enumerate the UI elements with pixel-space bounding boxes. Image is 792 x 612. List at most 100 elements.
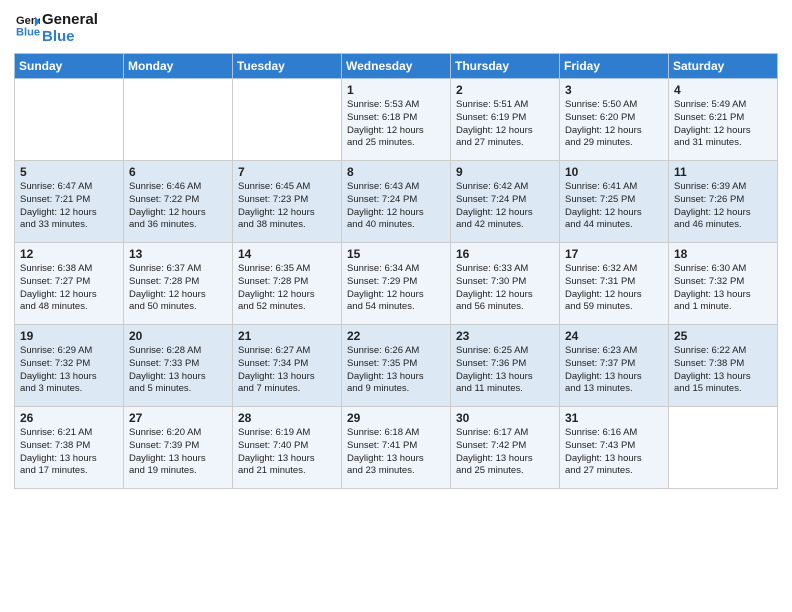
day-info: Sunrise: 6:22 AM Sunset: 7:38 PM Dayligh…: [674, 345, 772, 396]
day-number: 11: [674, 165, 772, 179]
calendar-cell: [15, 79, 124, 161]
day-info: Sunrise: 6:21 AM Sunset: 7:38 PM Dayligh…: [20, 427, 118, 478]
day-number: 2: [456, 83, 554, 97]
day-info: Sunrise: 6:35 AM Sunset: 7:28 PM Dayligh…: [238, 263, 336, 314]
calendar-cell: 5 Sunrise: 6:47 AM Sunset: 7:21 PM Daylig…: [15, 161, 124, 243]
day-number: 26: [20, 411, 118, 425]
day-info: Sunrise: 6:23 AM Sunset: 7:37 PM Dayligh…: [565, 345, 663, 396]
calendar-cell: 12 Sunrise: 6:38 AM Sunset: 7:27 PM Dayli…: [15, 243, 124, 325]
calendar-cell: [124, 79, 233, 161]
calendar-cell: 3Sunrise: 5:50 AM Sunset: 6:20 PM Daylig…: [560, 79, 669, 161]
day-info: Sunrise: 6:16 AM Sunset: 7:43 PM Dayligh…: [565, 427, 663, 478]
logo-blue: Blue: [42, 29, 98, 46]
calendar-cell: 21 Sunrise: 6:27 AM Sunset: 7:34 PM Dayli…: [233, 325, 342, 407]
calendar-cell: 27 Sunrise: 6:20 AM Sunset: 7:39 PM Dayli…: [124, 407, 233, 489]
day-number: 19: [20, 329, 118, 343]
day-info: Sunrise: 6:25 AM Sunset: 7:36 PM Dayligh…: [456, 345, 554, 396]
day-info: Sunrise: 6:32 AM Sunset: 7:31 PM Dayligh…: [565, 263, 663, 314]
col-header-sunday: Sunday: [15, 54, 124, 79]
header: General Blue General Blue: [14, 10, 778, 45]
day-info: Sunrise: 6:46 AM Sunset: 7:22 PM Dayligh…: [129, 181, 227, 232]
logo: General Blue General Blue: [14, 10, 98, 45]
day-number: 10: [565, 165, 663, 179]
day-info: Sunrise: 6:27 AM Sunset: 7:34 PM Dayligh…: [238, 345, 336, 396]
calendar-cell: 16 Sunrise: 6:33 AM Sunset: 7:30 PM Dayli…: [451, 243, 560, 325]
day-info: Sunrise: 6:42 AM Sunset: 7:24 PM Dayligh…: [456, 181, 554, 232]
day-number: 4: [674, 83, 772, 97]
day-number: 28: [238, 411, 336, 425]
day-number: 25: [674, 329, 772, 343]
day-number: 12: [20, 247, 118, 261]
calendar-header-row: SundayMondayTuesdayWednesdayThursdayFrid…: [15, 54, 778, 79]
day-info: Sunrise: 6:18 AM Sunset: 7:41 PM Dayligh…: [347, 427, 445, 478]
col-header-friday: Friday: [560, 54, 669, 79]
day-info: Sunrise: 6:17 AM Sunset: 7:42 PM Dayligh…: [456, 427, 554, 478]
day-info: Sunrise: 6:19 AM Sunset: 7:40 PM Dayligh…: [238, 427, 336, 478]
calendar-cell: 24 Sunrise: 6:23 AM Sunset: 7:37 PM Dayli…: [560, 325, 669, 407]
day-info: Sunrise: 6:39 AM Sunset: 7:26 PM Dayligh…: [674, 181, 772, 232]
day-number: 21: [238, 329, 336, 343]
day-info: Sunrise: 5:53 AM Sunset: 6:18 PM Dayligh…: [347, 99, 445, 150]
calendar-cell: 2 Sunrise: 5:51 AM Sunset: 6:19 PM Daylig…: [451, 79, 560, 161]
calendar-cell: 31 Sunrise: 6:16 AM Sunset: 7:43 PM Dayli…: [560, 407, 669, 489]
day-info: Sunrise: 6:29 AM Sunset: 7:32 PM Dayligh…: [20, 345, 118, 396]
day-number: 13: [129, 247, 227, 261]
day-number: 31: [565, 411, 663, 425]
day-number: 18: [674, 247, 772, 261]
calendar-cell: 13 Sunrise: 6:37 AM Sunset: 7:28 PM Dayli…: [124, 243, 233, 325]
calendar-cell: [669, 407, 778, 489]
day-number: 7: [238, 165, 336, 179]
day-number: 16: [456, 247, 554, 261]
calendar-week-3: 12 Sunrise: 6:38 AM Sunset: 7:27 PM Dayli…: [15, 243, 778, 325]
day-number: 14: [238, 247, 336, 261]
calendar-cell: 1Sunrise: 5:53 AM Sunset: 6:18 PM Daylig…: [342, 79, 451, 161]
day-info: Sunrise: 6:20 AM Sunset: 7:39 PM Dayligh…: [129, 427, 227, 478]
calendar-cell: 15Sunrise: 6:34 AM Sunset: 7:29 PM Dayli…: [342, 243, 451, 325]
calendar-cell: 20Sunrise: 6:28 AM Sunset: 7:33 PM Dayli…: [124, 325, 233, 407]
calendar-cell: 7Sunrise: 6:45 AM Sunset: 7:23 PM Daylig…: [233, 161, 342, 243]
calendar-cell: 6 Sunrise: 6:46 AM Sunset: 7:22 PM Daylig…: [124, 161, 233, 243]
day-info: Sunrise: 6:34 AM Sunset: 7:29 PM Dayligh…: [347, 263, 445, 314]
day-info: Sunrise: 5:50 AM Sunset: 6:20 PM Dayligh…: [565, 99, 663, 150]
day-info: Sunrise: 6:28 AM Sunset: 7:33 PM Dayligh…: [129, 345, 227, 396]
day-number: 30: [456, 411, 554, 425]
calendar-cell: 17 Sunrise: 6:32 AM Sunset: 7:31 PM Dayli…: [560, 243, 669, 325]
day-info: Sunrise: 6:38 AM Sunset: 7:27 PM Dayligh…: [20, 263, 118, 314]
logo-general: General: [42, 12, 98, 29]
day-info: Sunrise: 6:33 AM Sunset: 7:30 PM Dayligh…: [456, 263, 554, 314]
calendar-cell: 8Sunrise: 6:43 AM Sunset: 7:24 PM Daylig…: [342, 161, 451, 243]
day-info: Sunrise: 6:47 AM Sunset: 7:21 PM Dayligh…: [20, 181, 118, 232]
day-number: 5: [20, 165, 118, 179]
calendar-week-1: 1Sunrise: 5:53 AM Sunset: 6:18 PM Daylig…: [15, 79, 778, 161]
col-header-thursday: Thursday: [451, 54, 560, 79]
day-info: Sunrise: 6:30 AM Sunset: 7:32 PM Dayligh…: [674, 263, 772, 314]
day-number: 6: [129, 165, 227, 179]
day-info: Sunrise: 6:41 AM Sunset: 7:25 PM Dayligh…: [565, 181, 663, 232]
calendar-week-5: 26 Sunrise: 6:21 AM Sunset: 7:38 PM Dayli…: [15, 407, 778, 489]
col-header-monday: Monday: [124, 54, 233, 79]
day-number: 24: [565, 329, 663, 343]
svg-text:Blue: Blue: [16, 26, 40, 37]
day-number: 22: [347, 329, 445, 343]
calendar-table: SundayMondayTuesdayWednesdayThursdayFrid…: [14, 53, 778, 489]
calendar-cell: [233, 79, 342, 161]
logo-icon: General Blue: [16, 13, 40, 37]
calendar-cell: 19 Sunrise: 6:29 AM Sunset: 7:32 PM Dayli…: [15, 325, 124, 407]
day-info: Sunrise: 6:26 AM Sunset: 7:35 PM Dayligh…: [347, 345, 445, 396]
day-number: 29: [347, 411, 445, 425]
col-header-wednesday: Wednesday: [342, 54, 451, 79]
calendar-cell: 29 Sunrise: 6:18 AM Sunset: 7:41 PM Dayli…: [342, 407, 451, 489]
day-number: 17: [565, 247, 663, 261]
calendar-cell: 25 Sunrise: 6:22 AM Sunset: 7:38 PM Dayli…: [669, 325, 778, 407]
day-info: Sunrise: 5:49 AM Sunset: 6:21 PM Dayligh…: [674, 99, 772, 150]
calendar-cell: 10 Sunrise: 6:41 AM Sunset: 7:25 PM Dayli…: [560, 161, 669, 243]
day-info: Sunrise: 6:37 AM Sunset: 7:28 PM Dayligh…: [129, 263, 227, 314]
calendar-week-2: 5 Sunrise: 6:47 AM Sunset: 7:21 PM Daylig…: [15, 161, 778, 243]
calendar-cell: 26 Sunrise: 6:21 AM Sunset: 7:38 PM Dayli…: [15, 407, 124, 489]
day-info: Sunrise: 5:51 AM Sunset: 6:19 PM Dayligh…: [456, 99, 554, 150]
day-number: 27: [129, 411, 227, 425]
calendar-week-4: 19 Sunrise: 6:29 AM Sunset: 7:32 PM Dayli…: [15, 325, 778, 407]
day-info: Sunrise: 6:43 AM Sunset: 7:24 PM Dayligh…: [347, 181, 445, 232]
calendar-cell: 11 Sunrise: 6:39 AM Sunset: 7:26 PM Dayli…: [669, 161, 778, 243]
col-header-tuesday: Tuesday: [233, 54, 342, 79]
